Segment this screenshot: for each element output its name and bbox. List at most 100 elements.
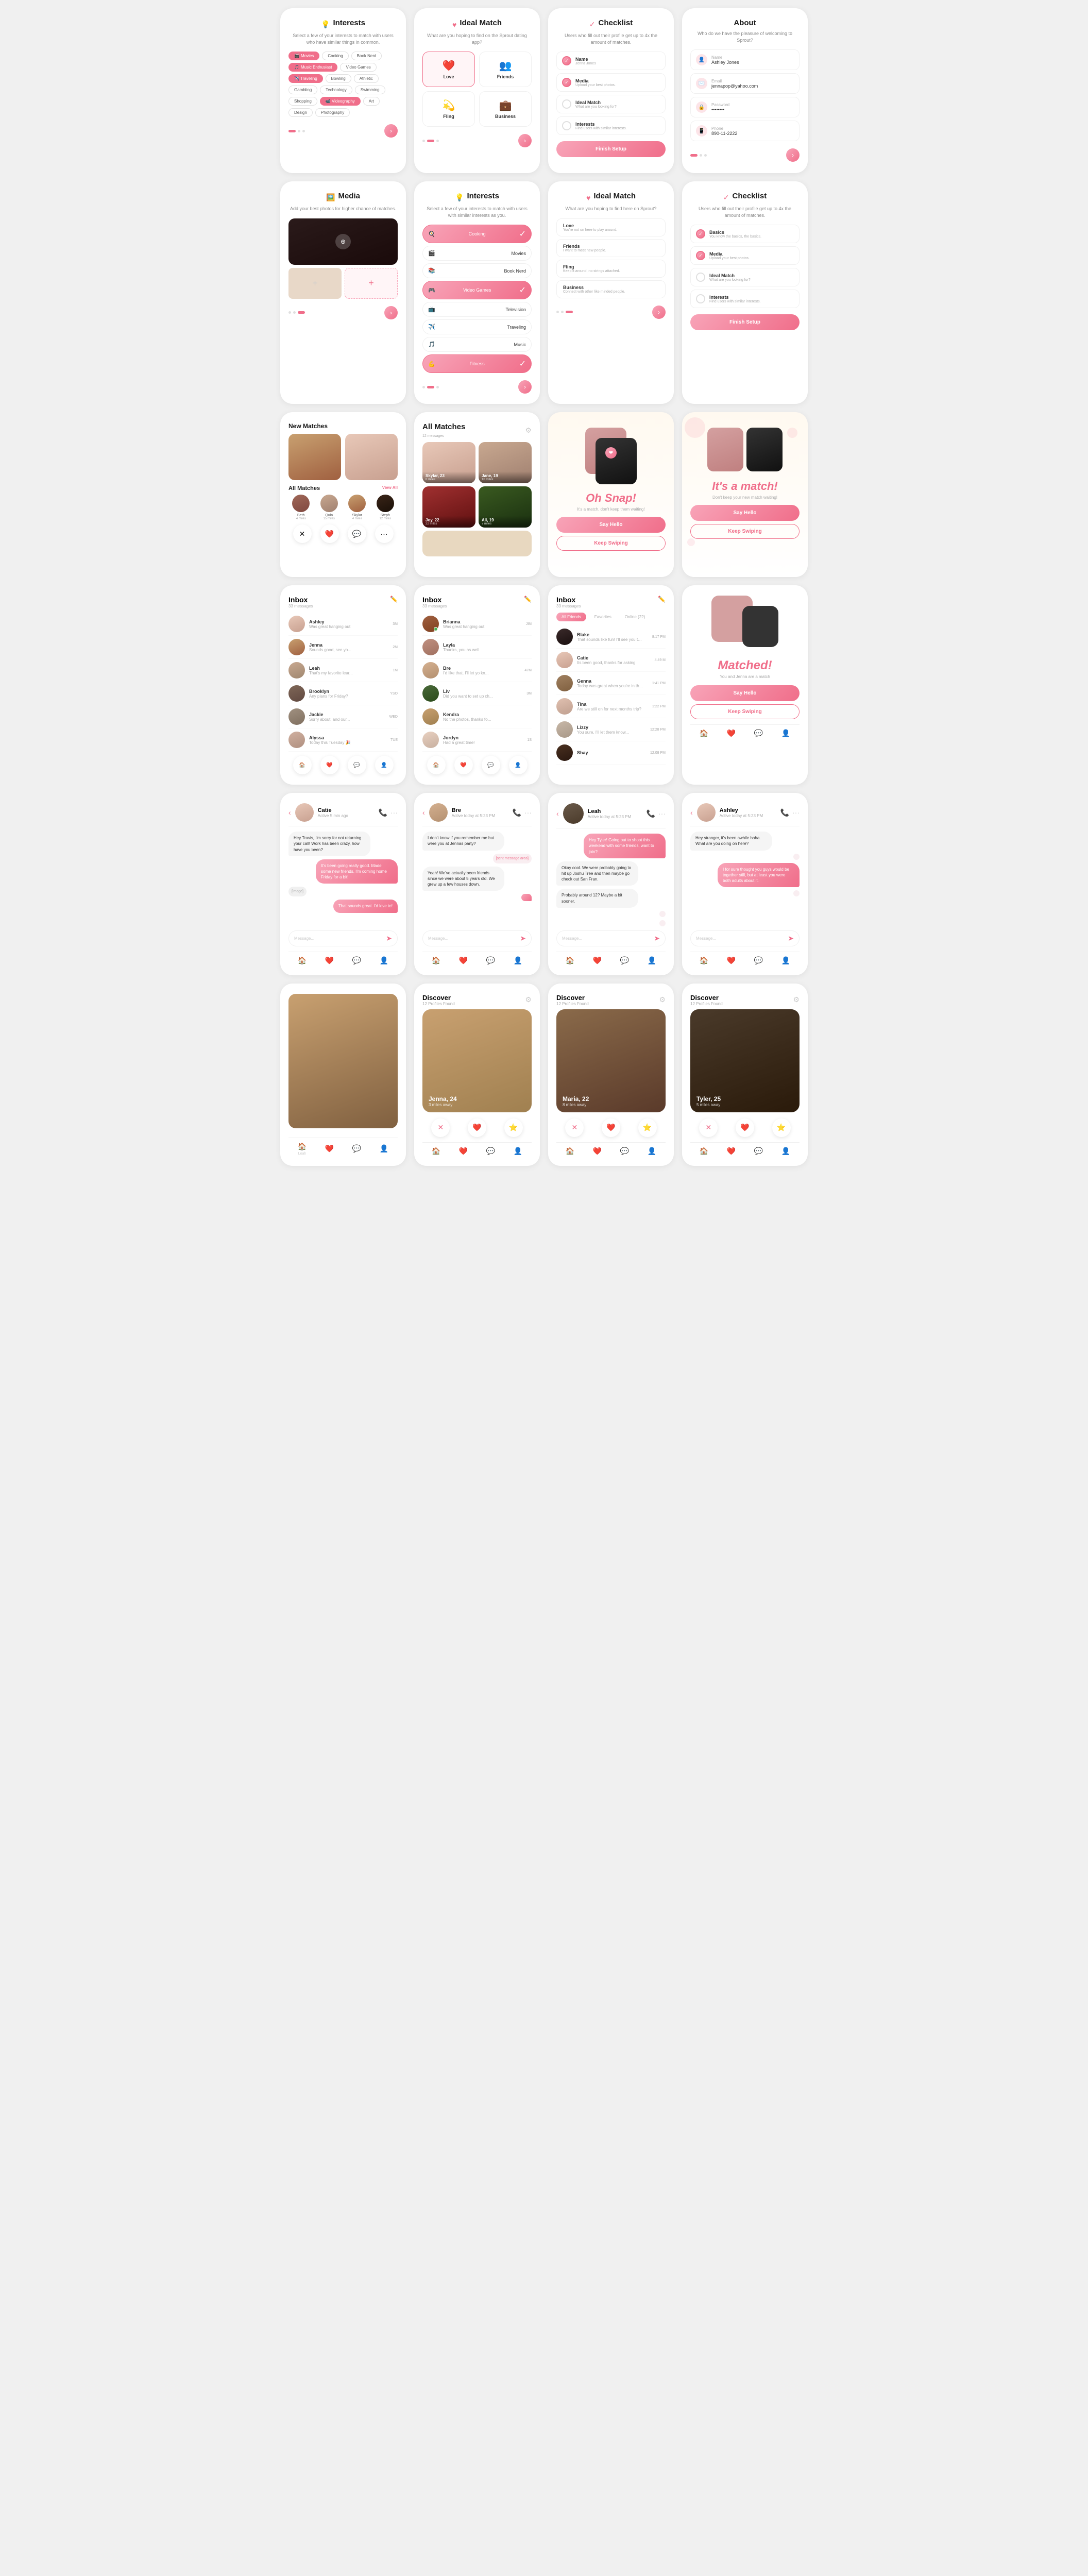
super-like-button[interactable]: ⭐ xyxy=(638,1118,657,1137)
more-icon[interactable]: ··· xyxy=(658,809,666,818)
inbox-row-brooklyn[interactable]: Brooklyn Any plans for Friday? YSO xyxy=(288,682,398,705)
option-fling[interactable]: Fling Keep it around, no strings attache… xyxy=(556,260,666,278)
dislike-button[interactable]: ✕ xyxy=(565,1118,584,1137)
password-field[interactable]: 🔒 Password•••••••• xyxy=(690,97,800,117)
match-photo-left[interactable] xyxy=(288,434,341,480)
tag-movies[interactable]: 🎬 Movies xyxy=(288,52,319,60)
back-button[interactable]: ‹ xyxy=(690,808,693,817)
inbox-row-alyssa[interactable]: Alyssa Today this Tuesday 🎉 TUE xyxy=(288,728,398,752)
back-button[interactable]: ‹ xyxy=(288,808,291,817)
inbox-row-liv[interactable]: Liv Did you want to set up ch... 3M xyxy=(422,682,532,705)
option-business[interactable]: 💼 Business xyxy=(479,91,532,127)
chat-input-bar[interactable]: Message... ➤ xyxy=(690,930,800,946)
nav-chat[interactable]: 💬 xyxy=(754,1147,763,1156)
close-button[interactable]: ✕ xyxy=(293,524,312,543)
nav-home[interactable]: 🏠 xyxy=(298,956,307,965)
phone-icon[interactable]: 📞 xyxy=(647,809,655,818)
next-button[interactable]: › xyxy=(518,380,532,394)
nav-profile[interactable]: 👤 xyxy=(514,956,522,965)
nav-home[interactable]: 🏠 xyxy=(432,1147,440,1156)
filter-button[interactable]: ⚙ xyxy=(659,995,666,1004)
chat-btn[interactable]: 💬 xyxy=(482,756,500,774)
edit-icon[interactable]: ✏️ xyxy=(524,596,532,603)
back-button[interactable]: ‹ xyxy=(422,808,425,817)
chat-input-placeholder[interactable]: Message... xyxy=(428,936,517,941)
tag-photography[interactable]: Photography xyxy=(315,108,350,117)
next-button[interactable]: › xyxy=(384,306,398,319)
dislike-button[interactable]: ✕ xyxy=(699,1118,718,1137)
interest-television[interactable]: 📺 Television xyxy=(422,302,532,317)
inbox-row-tina[interactable]: Tina Are we still on for next months tri… xyxy=(556,695,666,718)
tag-art[interactable]: Art xyxy=(363,97,380,106)
inbox-row-catie[interactable]: Catie Its been good, thanks for asking 4… xyxy=(556,649,666,672)
edit-icon[interactable]: ✏️ xyxy=(658,596,666,603)
inbox-row-shay[interactable]: Shay 12:08 PM xyxy=(556,741,666,765)
option-friends[interactable]: Friends I want to meet new people. xyxy=(556,239,666,257)
inbox-row-ashley[interactable]: Ashley Was great hanging out 3M xyxy=(288,613,398,636)
finish-setup-button[interactable]: Finish Setup xyxy=(690,314,800,330)
chat-btn[interactable]: 💬 xyxy=(348,756,366,774)
like-button[interactable]: ❤️ xyxy=(736,1118,754,1137)
phone-field[interactable]: 📱 Phone890-11-2222 xyxy=(690,121,800,141)
nav-chat[interactable]: 💬 xyxy=(352,1144,361,1153)
say-hello-button[interactable]: Say Hello xyxy=(690,685,800,701)
finish-setup-button[interactable]: Finish Setup xyxy=(556,141,666,157)
filter-icon[interactable]: ⚙ xyxy=(525,426,532,435)
more-button[interactable]: ··· xyxy=(375,524,394,543)
chat-input-placeholder[interactable]: Message... xyxy=(696,936,785,941)
option-love[interactable]: ❤️ Love xyxy=(422,52,475,87)
nav-heart[interactable]: ❤️ xyxy=(325,1144,334,1153)
interest-booknerd[interactable]: 📚 Book Nerd xyxy=(422,263,532,278)
home-btn[interactable]: 🏠 xyxy=(293,756,312,774)
interest-movies[interactable]: 🎬 Movies xyxy=(422,246,532,261)
send-button[interactable]: ➤ xyxy=(386,934,392,943)
nav-chat[interactable]: 💬 xyxy=(620,956,629,965)
interest-cooking[interactable]: 🍳 Cooking ✓ xyxy=(422,225,532,243)
email-field[interactable]: ✉️ Emailjennapop@yahoo.com xyxy=(690,73,800,94)
tag-music[interactable]: 🎵 Music Enthusiast xyxy=(288,63,337,72)
filter-button[interactable]: ⚙ xyxy=(793,995,800,1004)
keep-swiping-button[interactable]: Keep Swiping xyxy=(690,704,800,719)
inbox-row-brianna[interactable]: Brianna Was great hanging out JIM xyxy=(422,613,532,636)
heart-button[interactable]: ❤️ xyxy=(320,524,339,543)
inbox-row-jenna[interactable]: Jenna Sounds good, see yo... 2M xyxy=(288,636,398,659)
next-button[interactable]: › xyxy=(786,148,800,162)
main-profile-card[interactable]: Maria, 22 8 miles away xyxy=(556,1009,666,1112)
message-button[interactable]: 💬 xyxy=(348,524,366,543)
tag-athletic[interactable]: Athletic xyxy=(354,74,379,83)
phone-icon[interactable]: 📞 xyxy=(379,808,387,817)
tag-videography[interactable]: 📹 Videography xyxy=(320,97,361,106)
match-steph[interactable]: Steph 12 miles xyxy=(373,495,398,520)
next-button[interactable]: › xyxy=(384,124,398,138)
nav-heart[interactable]: ❤️ xyxy=(459,956,468,965)
nav-profile[interactable]: 👤 xyxy=(648,956,656,965)
nav-chat[interactable]: 💬 xyxy=(754,956,763,965)
inbox-row-layla[interactable]: Layla Thanks, you as well xyxy=(422,636,532,659)
keep-swiping-button[interactable]: Keep Swiping xyxy=(556,536,666,551)
nav-profile[interactable]: 👤 xyxy=(648,1147,656,1156)
nav-home[interactable]: 🏠 Leah xyxy=(298,1142,307,1156)
heart-btn[interactable]: ❤️ xyxy=(454,756,473,774)
more-icon[interactable]: ··· xyxy=(792,808,800,817)
nav-heart[interactable]: ❤️ xyxy=(459,1147,468,1156)
nav-profile[interactable]: 👤 xyxy=(380,1144,388,1153)
send-button[interactable]: ➤ xyxy=(520,934,526,943)
tag-shopping[interactable]: Shopping xyxy=(288,97,317,106)
say-hello-button[interactable]: Say Hello xyxy=(556,517,666,533)
chat-input-placeholder[interactable]: Message... xyxy=(562,936,651,941)
nav-home[interactable]: 🏠 xyxy=(700,729,708,738)
nav-home[interactable]: 🏠 xyxy=(700,1147,708,1156)
nav-home[interactable]: 🏠 xyxy=(700,956,708,965)
nav-chat[interactable]: 💬 xyxy=(486,1147,495,1156)
interest-traveling[interactable]: ✈️ Traveling xyxy=(422,319,532,334)
photo-add[interactable]: + xyxy=(345,268,398,299)
inbox-row-bre[interactable]: Bre I'd like that. I'll let yo kn... 47M xyxy=(422,659,532,682)
say-hello-button[interactable]: Say Hello xyxy=(690,505,800,521)
send-button[interactable]: ➤ xyxy=(788,934,794,943)
chat-input-bar[interactable]: Message... ➤ xyxy=(556,930,666,946)
tag-videogames[interactable]: Video Games xyxy=(340,63,376,72)
chat-input-bar[interactable]: Message... ➤ xyxy=(422,930,532,946)
more-icon[interactable]: ··· xyxy=(390,808,398,817)
tag-bowling[interactable]: Bowling xyxy=(326,74,351,83)
profile-btn[interactable]: 👤 xyxy=(509,756,528,774)
